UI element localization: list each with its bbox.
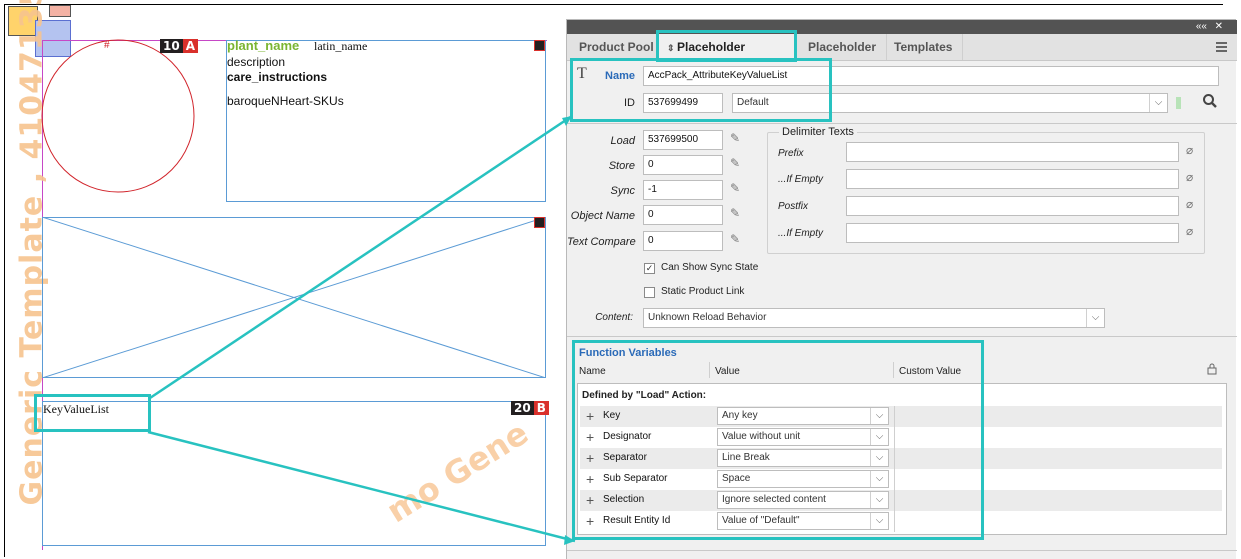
callout-connectors xyxy=(147,114,576,545)
